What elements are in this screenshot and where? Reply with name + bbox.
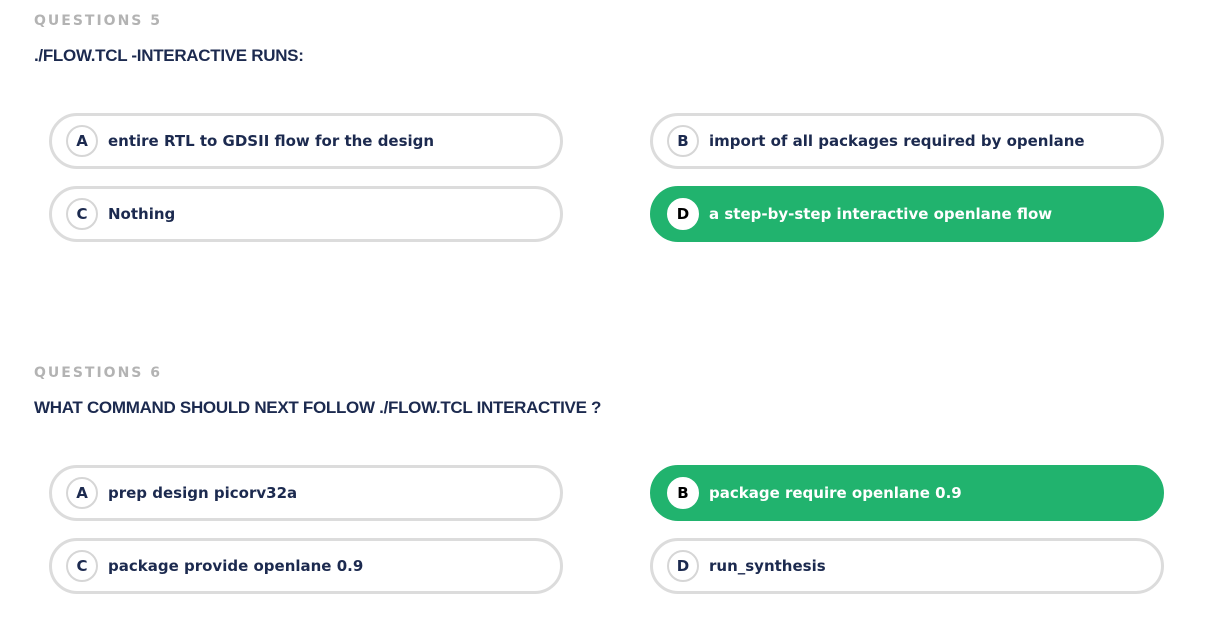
option-text: package provide openlane 0.9 <box>108 557 364 575</box>
option-letter: A <box>66 125 98 157</box>
option-letter: B <box>667 477 699 509</box>
option-letter: C <box>66 198 98 230</box>
option-c[interactable]: C Nothing <box>49 186 563 242</box>
option-letter: A <box>66 477 98 509</box>
option-text: Nothing <box>108 205 176 223</box>
option-a[interactable]: A prep design picorv32a <box>49 465 563 521</box>
option-text: a step-by-step interactive openlane flow <box>709 205 1053 223</box>
option-text: run_synthesis <box>709 557 826 575</box>
option-c[interactable]: C package provide openlane 0.9 <box>49 538 563 594</box>
option-text: prep design picorv32a <box>108 484 298 502</box>
option-b[interactable]: B import of all packages required by ope… <box>650 113 1164 169</box>
option-text: package require openlane 0.9 <box>709 484 962 502</box>
option-letter: D <box>667 198 699 230</box>
option-d[interactable]: D run_synthesis <box>650 538 1164 594</box>
option-a[interactable]: A entire RTL to GDSII flow for the desig… <box>49 113 563 169</box>
question-title: ./FLOW.TCL -INTERACTIVE RUNS: <box>34 46 304 65</box>
option-b-selected[interactable]: B package require openlane 0.9 <box>650 465 1164 521</box>
question-label: QUESTIONS 6 <box>34 365 162 381</box>
question-title: WHAT COMMAND SHOULD NEXT FOLLOW ./FLOW.T… <box>34 398 602 417</box>
option-letter: D <box>667 550 699 582</box>
option-text: entire RTL to GDSII flow for the design <box>108 132 435 150</box>
option-d-selected[interactable]: D a step-by-step interactive openlane fl… <box>650 186 1164 242</box>
option-letter: C <box>66 550 98 582</box>
option-text: import of all packages required by openl… <box>709 132 1085 150</box>
option-letter: B <box>667 125 699 157</box>
question-label: QUESTIONS 5 <box>34 13 162 29</box>
